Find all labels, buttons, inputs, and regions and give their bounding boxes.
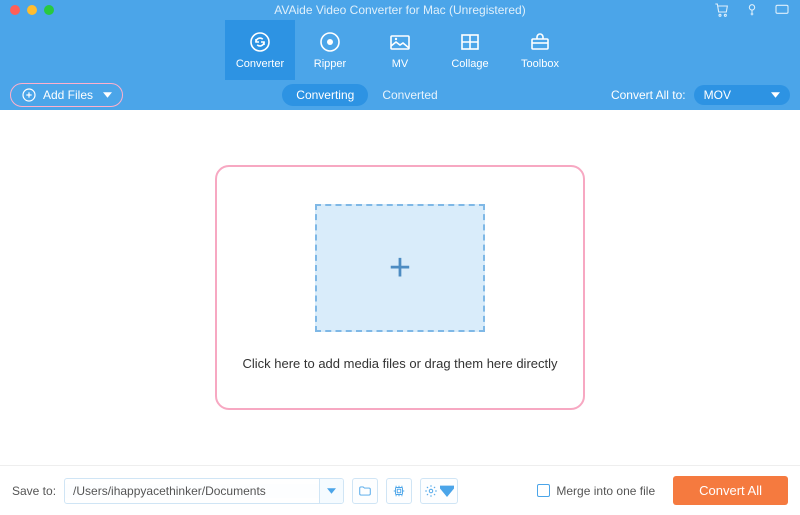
bottom-bar: Save to: Merge into one file Convert All <box>0 465 800 515</box>
window-title: AVAide Video Converter for Mac (Unregist… <box>0 3 800 17</box>
nav-label: Collage <box>451 58 488 70</box>
convert-all-to-label: Convert All to: <box>611 88 686 102</box>
dropzone-hint: Click here to add media files or drag th… <box>242 356 557 371</box>
folder-icon <box>358 484 372 498</box>
settings-button[interactable] <box>420 478 458 504</box>
mv-icon <box>388 30 412 54</box>
nav-collage[interactable]: Collage <box>435 20 505 80</box>
chevron-down-icon <box>440 484 454 498</box>
save-to-label: Save to: <box>12 484 56 498</box>
add-files-button[interactable]: Add Files <box>10 83 123 107</box>
window-titlebar: AVAide Video Converter for Mac (Unregist… <box>0 0 800 20</box>
dropzone-inner: + <box>315 204 485 332</box>
output-format-value: MOV <box>704 88 731 102</box>
nav-label: MV <box>392 58 409 70</box>
tab-converting[interactable]: Converting <box>282 84 368 106</box>
chevron-down-icon <box>327 488 336 494</box>
maximize-window-button[interactable] <box>44 5 54 15</box>
nav-label: Toolbox <box>521 58 559 70</box>
chevron-down-icon <box>103 92 112 98</box>
sub-toolbar: Add Files Converting Converted Convert A… <box>0 80 800 110</box>
traffic-lights <box>10 5 54 15</box>
gear-icon <box>424 484 438 498</box>
minimize-window-button[interactable] <box>27 5 37 15</box>
nav-mv[interactable]: MV <box>365 20 435 80</box>
chip-icon <box>392 484 406 498</box>
converter-icon <box>248 30 272 54</box>
nav-ripper[interactable]: Ripper <box>295 20 365 80</box>
add-files-label: Add Files <box>43 88 93 102</box>
main-area: + Click here to add media files or drag … <box>0 110 800 465</box>
merge-checkbox[interactable]: Merge into one file <box>537 484 655 498</box>
key-icon[interactable] <box>744 2 760 18</box>
save-to-dropdown[interactable] <box>319 479 343 503</box>
ripper-icon <box>318 30 342 54</box>
convert-all-button[interactable]: Convert All <box>673 476 788 505</box>
chevron-down-icon <box>771 92 780 98</box>
nav-converter[interactable]: Converter <box>225 20 295 80</box>
cart-icon[interactable] <box>714 2 730 18</box>
close-window-button[interactable] <box>10 5 20 15</box>
main-nav: Converter Ripper MV Collage Toolbox <box>0 20 800 80</box>
tab-converted[interactable]: Converted <box>368 84 451 106</box>
save-to-input[interactable] <box>65 484 319 498</box>
plus-icon: + <box>389 247 411 290</box>
nav-label: Converter <box>236 58 284 70</box>
gpu-accel-button[interactable] <box>386 478 412 504</box>
plus-circle-icon <box>21 87 37 103</box>
status-tabs: Converting Converted <box>282 84 451 106</box>
collage-icon <box>458 30 482 54</box>
nav-toolbox[interactable]: Toolbox <box>505 20 575 80</box>
output-format-select[interactable]: MOV <box>694 85 790 105</box>
nav-label: Ripper <box>314 58 346 70</box>
merge-label: Merge into one file <box>556 484 655 498</box>
dropzone[interactable]: + Click here to add media files or drag … <box>215 165 585 410</box>
toolbox-icon <box>528 30 552 54</box>
open-folder-button[interactable] <box>352 478 378 504</box>
checkbox-icon <box>537 484 550 497</box>
save-to-field <box>64 478 344 504</box>
convert-all-to: Convert All to: MOV <box>611 85 790 105</box>
feedback-icon[interactable] <box>774 2 790 18</box>
